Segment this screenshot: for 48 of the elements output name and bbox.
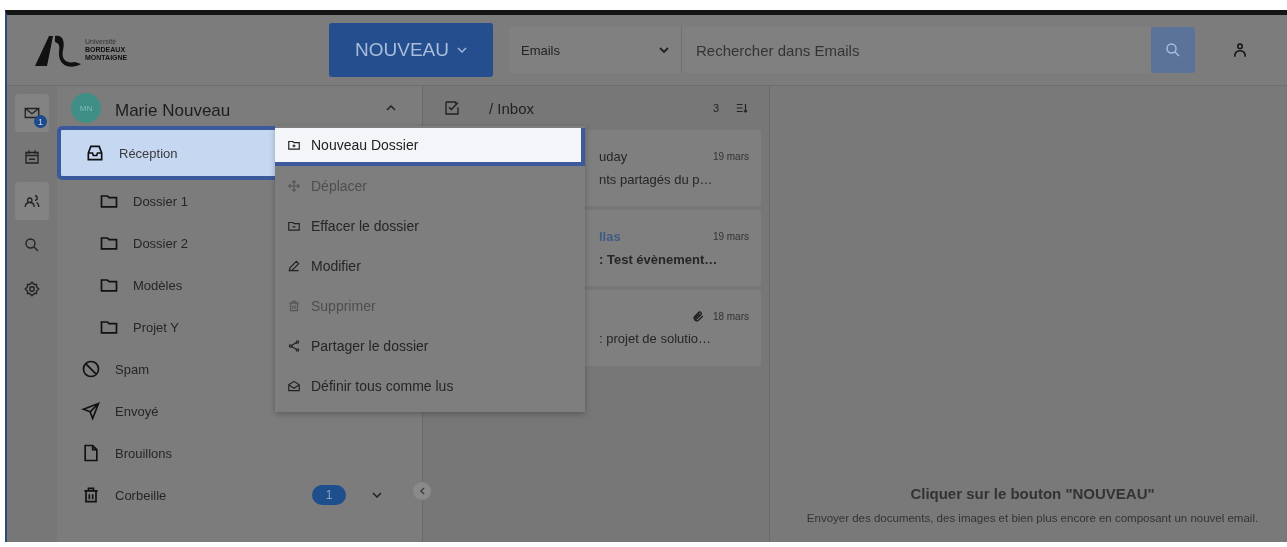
menu-item[interactable]: Nouveau Dossier [275,128,585,166]
calendar-icon [23,148,41,166]
people-icon [23,192,41,210]
folder-minus-icon [287,219,301,233]
no-entry-icon [81,359,101,379]
document-icon [81,443,101,463]
folder-path: / Inbox [489,99,535,117]
chevron-left-icon [419,487,425,495]
message-sender: uday [599,149,628,164]
paper-plane-icon [81,401,101,421]
rail-button[interactable]: 1 [15,94,49,132]
rail-button[interactable] [15,182,49,220]
message-subject: : projet de solutio… [599,331,712,346]
account-name: Marie Nouveau [115,100,231,121]
message-date: 19 mars [712,231,749,242]
trash-icon [81,485,101,505]
sort-icon[interactable] [735,101,749,115]
chevron-icon[interactable] [372,492,382,498]
message-subject: nts partagés du p… [599,172,714,187]
pencil-icon [287,259,301,273]
message-date: 19 mars [712,151,749,162]
unread-badge: 1 [34,115,47,128]
chevron-icon[interactable] [386,105,396,111]
message-subject: : Test évènement… [599,252,719,267]
search-field[interactable]: Rechercher dans Emails [681,27,1151,73]
caret-icon [659,47,669,53]
message-sender: llas [599,229,621,244]
open-envelope-icon [287,379,301,393]
folder-item[interactable]: Brouillons [61,432,418,474]
move-icon [287,179,301,193]
caret-icon [457,47,467,53]
empty-state-title: Cliquer sur le bouton "NOUVEAU" [910,485,1155,502]
folder-item[interactable]: Corbeille 1 [61,474,418,516]
settings-icon [23,280,41,298]
select-all-checkbox-icon[interactable] [443,99,461,117]
trash-icon [287,299,301,313]
folder-plus-icon [287,138,301,152]
message-date: 18 mars [712,311,749,322]
search-icon [23,236,41,254]
message-count: 3 [712,102,719,114]
scope-dropdown[interactable]: Emails [509,27,681,73]
user-icon[interactable] [1231,41,1249,59]
new-button[interactable]: NOUVEAU [329,23,493,77]
empty-state-text: Envoyer des documents, des images et bien plus encore en composant un nouvel email. [806,511,1259,526]
share-icon [287,339,301,353]
inbox-icon [85,143,105,163]
search-icon [1164,41,1182,59]
count-badge: 1 [312,485,346,505]
